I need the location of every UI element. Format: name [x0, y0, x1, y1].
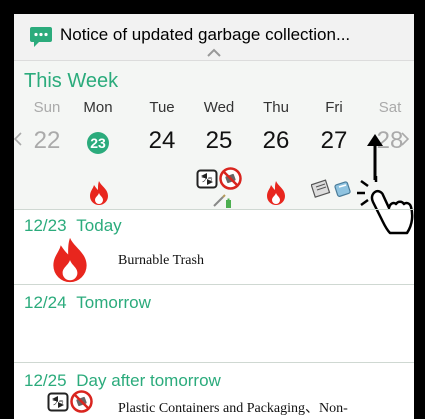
day-name-tue: Tue	[149, 99, 175, 116]
non-burnable-icon	[219, 167, 242, 190]
burnable-fire-icon	[53, 237, 87, 283]
schedule-section-day-after[interactable]: 12/25 Day after tomorrow プラ Plastic Cont…	[14, 362, 414, 419]
plastic-recycle-icon: プラ	[47, 392, 69, 412]
bottle-can-icon	[334, 181, 351, 197]
date-25[interactable]: 25	[199, 127, 239, 155]
schedule-date: 12/25	[24, 371, 67, 390]
plastic-recycle-icon: プラ	[196, 169, 218, 189]
newspaper-icon	[311, 179, 331, 198]
day-name-sat: Sat	[378, 99, 402, 116]
schedule-date: 12/24	[24, 293, 67, 312]
day-name-thu: Thu	[263, 99, 289, 116]
day-name-sun: Sun	[33, 99, 61, 116]
date-27[interactable]: 27	[314, 127, 354, 155]
chevron-up-icon[interactable]	[207, 48, 221, 57]
burnable-fire-icon	[267, 181, 285, 205]
schedule-section-today[interactable]: 12/23 Today Burnable Trash	[14, 209, 414, 283]
schedule-heading-day-after: 12/25 Day after tomorrow	[24, 371, 221, 391]
schedule-date: 12/23	[24, 216, 67, 235]
schedule-heading-today: 12/23 Today	[24, 216, 122, 236]
non-burnable-icon	[70, 390, 93, 413]
day-name-mon: Mon	[83, 99, 113, 116]
svg-text:プラ: プラ	[52, 400, 64, 407]
date-24[interactable]: 24	[142, 127, 182, 155]
date-26[interactable]: 26	[256, 127, 296, 155]
week-title: This Week	[24, 70, 119, 92]
schedule-label: Tomorrow	[76, 293, 151, 312]
day-name-fri: Fri	[325, 99, 343, 116]
burnable-fire-icon	[90, 181, 108, 205]
svg-text:プラ: プラ	[201, 177, 213, 184]
notice-banner[interactable]: Notice of updated garbage collection...	[14, 14, 414, 61]
app-screen: Notice of updated garbage collection... …	[14, 14, 414, 419]
date-23-today[interactable]: 23	[87, 132, 109, 154]
chat-bubble-icon	[30, 27, 52, 47]
schedule-heading-tomorrow: 12/24 Tomorrow	[24, 293, 151, 313]
schedule-item-text: Burnable Trash	[118, 253, 204, 268]
schedule-item-text: Plastic Containers and Packaging、Non-	[118, 401, 348, 416]
date-22[interactable]: 22	[27, 127, 67, 155]
chevron-left-icon[interactable]	[14, 131, 23, 147]
schedule-label: Day after tomorrow	[76, 371, 221, 390]
battery-light-icon	[213, 194, 231, 208]
notice-text: Notice of updated garbage collection...	[60, 25, 351, 44]
schedule-section-tomorrow[interactable]: 12/24 Tomorrow	[14, 284, 414, 363]
day-name-wed: Wed	[203, 99, 235, 116]
schedule-label: Today	[76, 216, 122, 235]
